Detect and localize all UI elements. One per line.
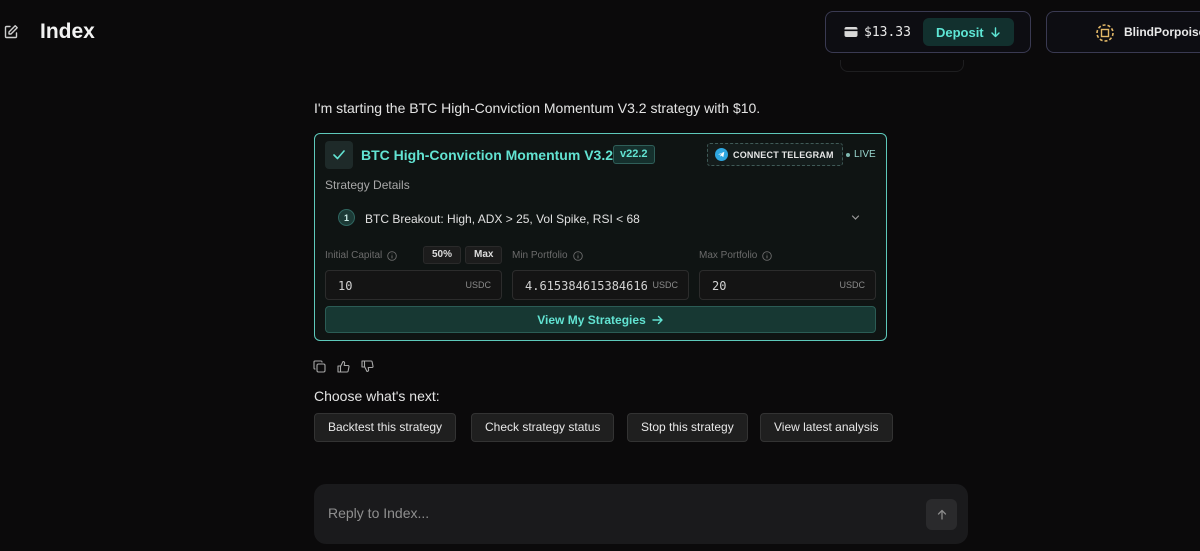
arrow-up-icon xyxy=(937,509,946,520)
assistant-message: I'm starting the BTC High-Conviction Mom… xyxy=(314,100,761,116)
initial-capital-value: 10 xyxy=(338,279,353,293)
thumbs-down-icon[interactable] xyxy=(361,360,374,373)
reply-input[interactable] xyxy=(328,502,888,524)
backtest-button[interactable]: Backtest this strategy xyxy=(314,413,457,442)
info-icon[interactable] xyxy=(387,250,398,261)
info-icon[interactable] xyxy=(762,250,773,261)
wallet-balance: $13.33 xyxy=(864,24,911,40)
initial-capital-label: Initial Capital xyxy=(325,250,398,261)
check-status-button[interactable]: Check strategy status xyxy=(471,413,615,442)
strategy-details-label: Strategy Details xyxy=(325,178,410,192)
version-badge: v22.2 xyxy=(613,145,655,164)
min-portfolio-unit: USDC xyxy=(652,280,678,290)
connect-telegram-button[interactable]: CONNECT TELEGRAM xyxy=(707,143,843,166)
edit-icon[interactable] xyxy=(3,24,19,40)
strategy-name: BTC High-Conviction Momentum V3.2 xyxy=(361,147,613,163)
user-avatar-icon xyxy=(1096,24,1114,42)
user-menu-button[interactable]: BlindPorpoise xyxy=(1046,11,1200,53)
reply-box xyxy=(314,484,968,544)
stop-strategy-button[interactable]: Stop this strategy xyxy=(627,413,748,442)
connect-telegram-label: CONNECT TELEGRAM xyxy=(733,149,834,160)
view-my-strategies-button[interactable]: View My Strategies xyxy=(325,306,876,333)
live-dot-icon xyxy=(846,152,850,157)
copy-icon[interactable] xyxy=(313,360,326,373)
rule-text: BTC Breakout: High, ADX > 25, Vol Spike,… xyxy=(365,212,640,226)
max-portfolio-label: Max Portfolio xyxy=(699,250,773,261)
min-portfolio-value: 4.615384615384616 xyxy=(525,279,647,293)
deposit-label: Deposit xyxy=(935,24,984,40)
max-portfolio-unit: USDC xyxy=(839,280,865,290)
min-portfolio-field[interactable]: 4.615384615384616 USDC xyxy=(512,270,689,300)
chip-max[interactable]: Max xyxy=(465,246,503,264)
app-page: Index $13.33 Deposit BlindPorpoise I'm s… xyxy=(0,0,1200,551)
initial-capital-field[interactable]: 10 USDC xyxy=(325,270,502,300)
telegram-icon xyxy=(715,148,728,161)
info-icon[interactable] xyxy=(572,250,583,261)
initial-capital-unit: USDC xyxy=(465,280,491,290)
live-status: LIVE xyxy=(846,149,876,160)
rule-number: 1 xyxy=(338,209,355,226)
strategy-card: BTC High-Conviction Momentum V3.2 v22.2 … xyxy=(314,133,887,341)
view-my-strategies-label: View My Strategies xyxy=(537,312,646,327)
user-name: BlindPorpoise xyxy=(1124,25,1200,39)
max-portfolio-label-text: Max Portfolio xyxy=(699,250,758,261)
deposit-button[interactable]: Deposit xyxy=(922,18,1014,46)
chevron-down-icon[interactable] xyxy=(851,213,860,222)
previous-message-edge xyxy=(840,60,964,72)
arrow-right-icon xyxy=(652,315,663,324)
send-button[interactable] xyxy=(926,499,957,530)
min-portfolio-label-text: Min Portfolio xyxy=(512,250,568,261)
strategy-status-check xyxy=(325,141,353,169)
choose-next-label: Choose what's next: xyxy=(314,388,440,404)
live-label: LIVE xyxy=(854,149,876,160)
max-portfolio-value: 20 xyxy=(712,279,727,293)
arrow-down-icon xyxy=(990,26,1000,37)
check-icon xyxy=(333,150,345,160)
wallet-widget[interactable]: $13.33 Deposit xyxy=(825,11,1031,53)
min-portfolio-label: Min Portfolio xyxy=(512,250,583,261)
initial-capital-label-text: Initial Capital xyxy=(325,250,383,261)
thumbs-up-icon[interactable] xyxy=(337,360,350,373)
wallet-icon xyxy=(844,27,858,37)
chip-50-percent[interactable]: 50% xyxy=(423,246,462,264)
max-portfolio-field[interactable]: 20 USDC xyxy=(699,270,876,300)
view-analysis-button[interactable]: View latest analysis xyxy=(760,413,893,442)
page-title: Index xyxy=(40,20,95,43)
